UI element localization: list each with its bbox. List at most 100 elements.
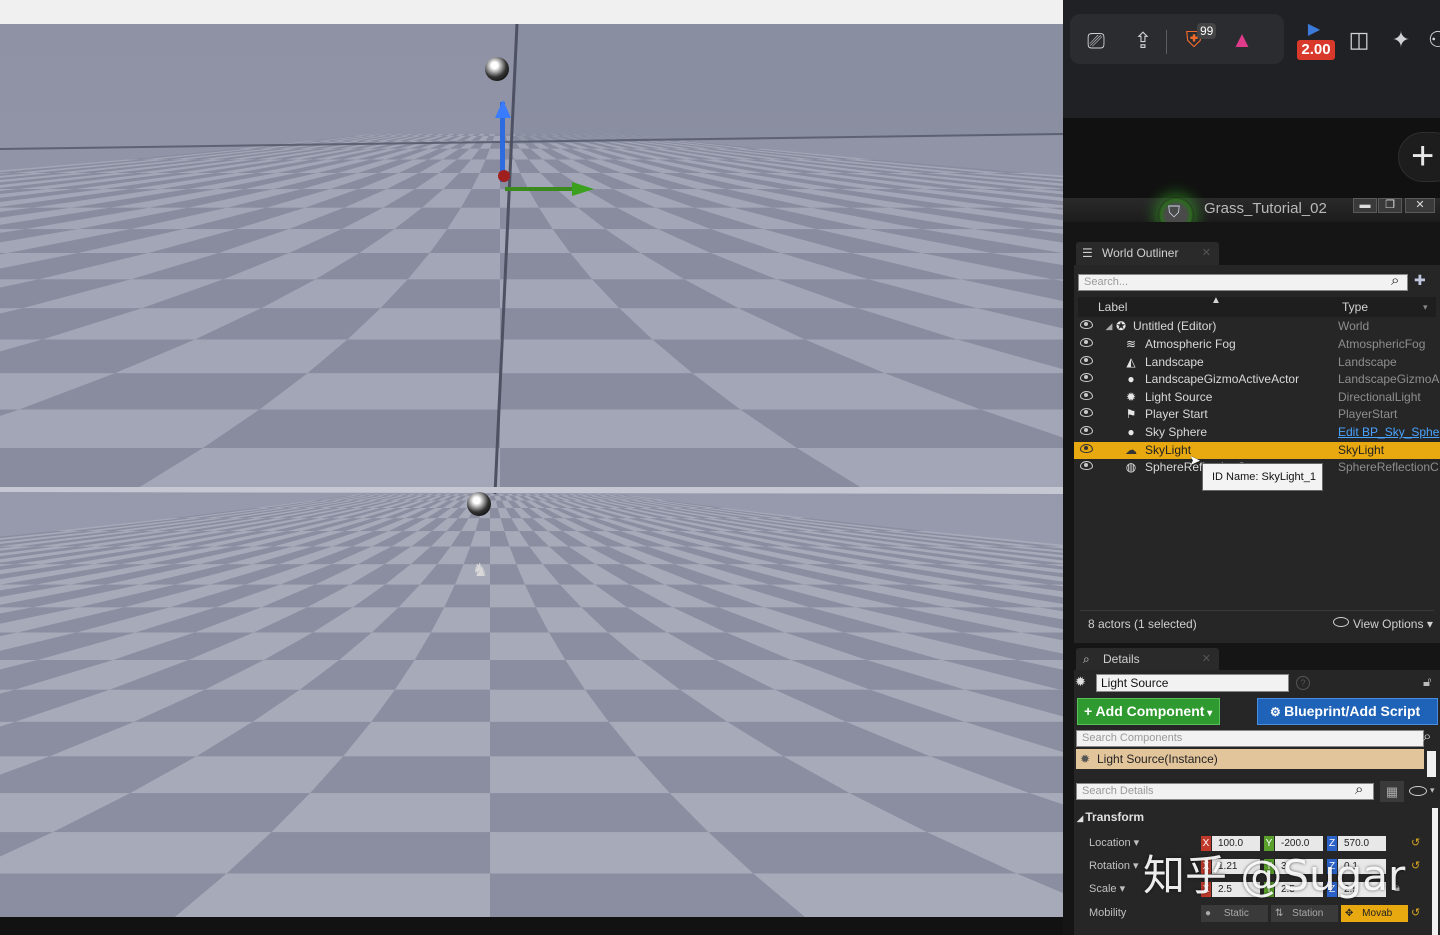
row-type: SkyLight [1338, 443, 1385, 457]
list-item[interactable]: ● LandscapeGizmoActiveActor LandscapeGiz… [1074, 371, 1440, 388]
viewport-scene[interactable]: ♞ [0, 24, 1063, 917]
transform-title: Transform [1085, 810, 1145, 824]
row-type: Landscape [1338, 355, 1397, 369]
chevron-down-icon: ▾ [1423, 617, 1433, 631]
add-button[interactable]: + [1398, 132, 1440, 182]
search-details-input[interactable]: Search Details [1076, 783, 1374, 800]
player-start-icon[interactable]: ♞ [472, 560, 496, 584]
playback-speed-badge[interactable]: 2.00 [1297, 40, 1335, 60]
mobility-stationary-button[interactable]: ⇅ Station [1271, 905, 1338, 922]
search-icon[interactable]: ⌕ [1423, 728, 1431, 745]
mobility-movable-button[interactable]: ✥ Movab [1341, 905, 1408, 922]
visibility-eye-icon[interactable] [1080, 408, 1093, 417]
add-filter-icon[interactable]: ✚ [1414, 272, 1426, 289]
level-viewport[interactable]: ♞ [0, 0, 1063, 935]
help-icon[interactable]: ? [1296, 676, 1310, 690]
profile-icon[interactable]: ⚇ [1428, 26, 1440, 54]
blueprint-icon: ⚙ [1270, 705, 1285, 719]
reader-mode-icon[interactable]: ◫ [1345, 26, 1373, 54]
reset-arrow-icon[interactable]: ↺ [1411, 906, 1420, 919]
visibility-eye-icon[interactable] [1080, 444, 1093, 453]
chevron-down-icon: ▾ [1204, 708, 1213, 719]
close-icon[interactable]: ✕ [1202, 648, 1211, 670]
reset-arrow-icon[interactable]: ↺ [1411, 836, 1420, 849]
property-matrix-icon[interactable]: ▦ [1380, 781, 1404, 802]
transform-section-header[interactable]: ◢ Transform [1077, 810, 1144, 824]
mouse-cursor-icon: ➤ [1189, 452, 1201, 468]
scrollbar[interactable] [1427, 751, 1436, 777]
brave-rewards-icon[interactable]: ▲ [1228, 26, 1256, 54]
component-instance-item[interactable]: ✹ Light Source(Instance) [1076, 749, 1424, 769]
close-button[interactable]: ✕ [1405, 198, 1435, 213]
mobility-label: Mobility [1089, 907, 1127, 919]
reflection-capture-icon: ◍ [1125, 460, 1137, 474]
lock-icon[interactable]: 🔓︎ [1423, 674, 1431, 690]
list-item-selected[interactable]: ☁ SkyLight SkyLight [1074, 442, 1440, 459]
view-options-button[interactable]: View Options ▾ [1333, 617, 1433, 631]
tab-label: World Outliner [1102, 246, 1179, 260]
row-label: Sky Sphere [1145, 425, 1208, 439]
add-component-button[interactable]: + Add Component ▾ [1077, 698, 1220, 725]
col-type[interactable]: Type [1342, 300, 1368, 314]
world-icon: ✪ [1115, 319, 1127, 333]
list-item[interactable]: ● Sky Sphere Edit BP_Sky_Sphe [1074, 424, 1440, 441]
row-type: PlayerStart [1338, 407, 1398, 421]
tab-world-outliner[interactable]: ☰ World Outliner ✕ [1076, 242, 1219, 266]
list-item[interactable]: ⚑ Player Start PlayerStart [1074, 406, 1440, 423]
blueprint-add-script-button[interactable]: ⚙ Blueprint/Add Script [1257, 698, 1438, 725]
location-label[interactable]: Location ▾ [1089, 836, 1139, 849]
visibility-eye-icon[interactable] [1080, 461, 1093, 470]
visibility-eye-icon[interactable] [1080, 338, 1093, 347]
scrollbar[interactable] [1432, 808, 1438, 935]
cast-icon[interactable]: ⎚ [1082, 27, 1110, 55]
project-title: Grass_Tutorial_02 [1204, 200, 1327, 217]
translate-gizmo-origin[interactable] [498, 170, 510, 182]
search-components-input[interactable]: Search Components [1076, 730, 1424, 747]
row-type: AtmosphericFog [1338, 337, 1426, 351]
row-label: Light Source [1145, 390, 1213, 404]
close-icon[interactable]: ✕ [1202, 242, 1211, 264]
dropdown-icon[interactable]: ▾ [1423, 302, 1428, 313]
search-icon[interactable]: ⌕ [1355, 781, 1363, 798]
translate-gizmo-y-head[interactable] [572, 182, 594, 196]
minimize-button[interactable]: ▬ [1353, 198, 1377, 213]
sort-arrow-icon[interactable]: ▲ [1211, 295, 1221, 306]
tooltip: ID Name: SkyLight_1 [1202, 463, 1323, 491]
sky-sphere-icon[interactable] [485, 57, 509, 81]
list-item[interactable]: ✹ Light Source DirectionalLight [1074, 389, 1440, 406]
visibility-eye-icon[interactable] [1409, 786, 1427, 796]
mobility-stationary-label: Station [1292, 908, 1324, 919]
extensions-icon[interactable]: ✦ [1387, 26, 1415, 54]
scale-label[interactable]: Scale ▾ [1089, 882, 1125, 895]
outliner-search-input[interactable]: Search... [1078, 274, 1408, 291]
visibility-eye-icon[interactable] [1080, 320, 1093, 329]
list-item[interactable]: ◭ Landscape Landscape [1074, 354, 1440, 371]
maximize-button[interactable]: ❐ [1378, 198, 1402, 213]
list-item[interactable]: ≋ Atmospheric Fog AtmosphericFog [1074, 336, 1440, 353]
visibility-eye-icon[interactable] [1080, 373, 1093, 382]
chevron-down-icon[interactable]: ▾ [1430, 785, 1435, 796]
mobility-static-button[interactable]: ● Static [1201, 905, 1268, 922]
share-icon[interactable]: ⇪ [1129, 27, 1157, 55]
search-icon[interactable]: ⌕ [1391, 272, 1399, 289]
actor-count: 8 actors (1 selected) [1088, 617, 1197, 631]
outliner-header: Label ▲ Type ▾ [1078, 295, 1436, 317]
actor-name-field[interactable]: Light Source [1096, 674, 1289, 692]
reflection-capture-icon[interactable] [467, 492, 491, 516]
toolbar-separator [1166, 30, 1167, 54]
visibility-eye-icon[interactable] [1080, 356, 1093, 365]
details-icon: ⌕ [1083, 652, 1090, 666]
col-label[interactable]: Label [1098, 300, 1127, 314]
tab-details[interactable]: ⌕ Details ✕ [1076, 648, 1219, 672]
translate-gizmo-z-head[interactable] [495, 100, 511, 118]
visibility-eye-icon[interactable] [1080, 426, 1093, 435]
rotation-label[interactable]: Rotation ▾ [1089, 859, 1139, 872]
reset-arrow-icon[interactable]: ↺ [1411, 859, 1420, 872]
translate-gizmo-y-arrow[interactable] [505, 187, 575, 191]
edit-blueprint-link[interactable]: Edit BP_Sky_Sphe [1338, 425, 1440, 439]
visibility-eye-icon[interactable] [1080, 391, 1093, 400]
component-icon: ✹ [1080, 752, 1091, 766]
player-start-icon: ⚑ [1125, 407, 1137, 421]
outliner-icon: ☰ [1082, 246, 1093, 260]
list-item[interactable]: ◢ ✪ Untitled (Editor) World [1074, 318, 1440, 335]
